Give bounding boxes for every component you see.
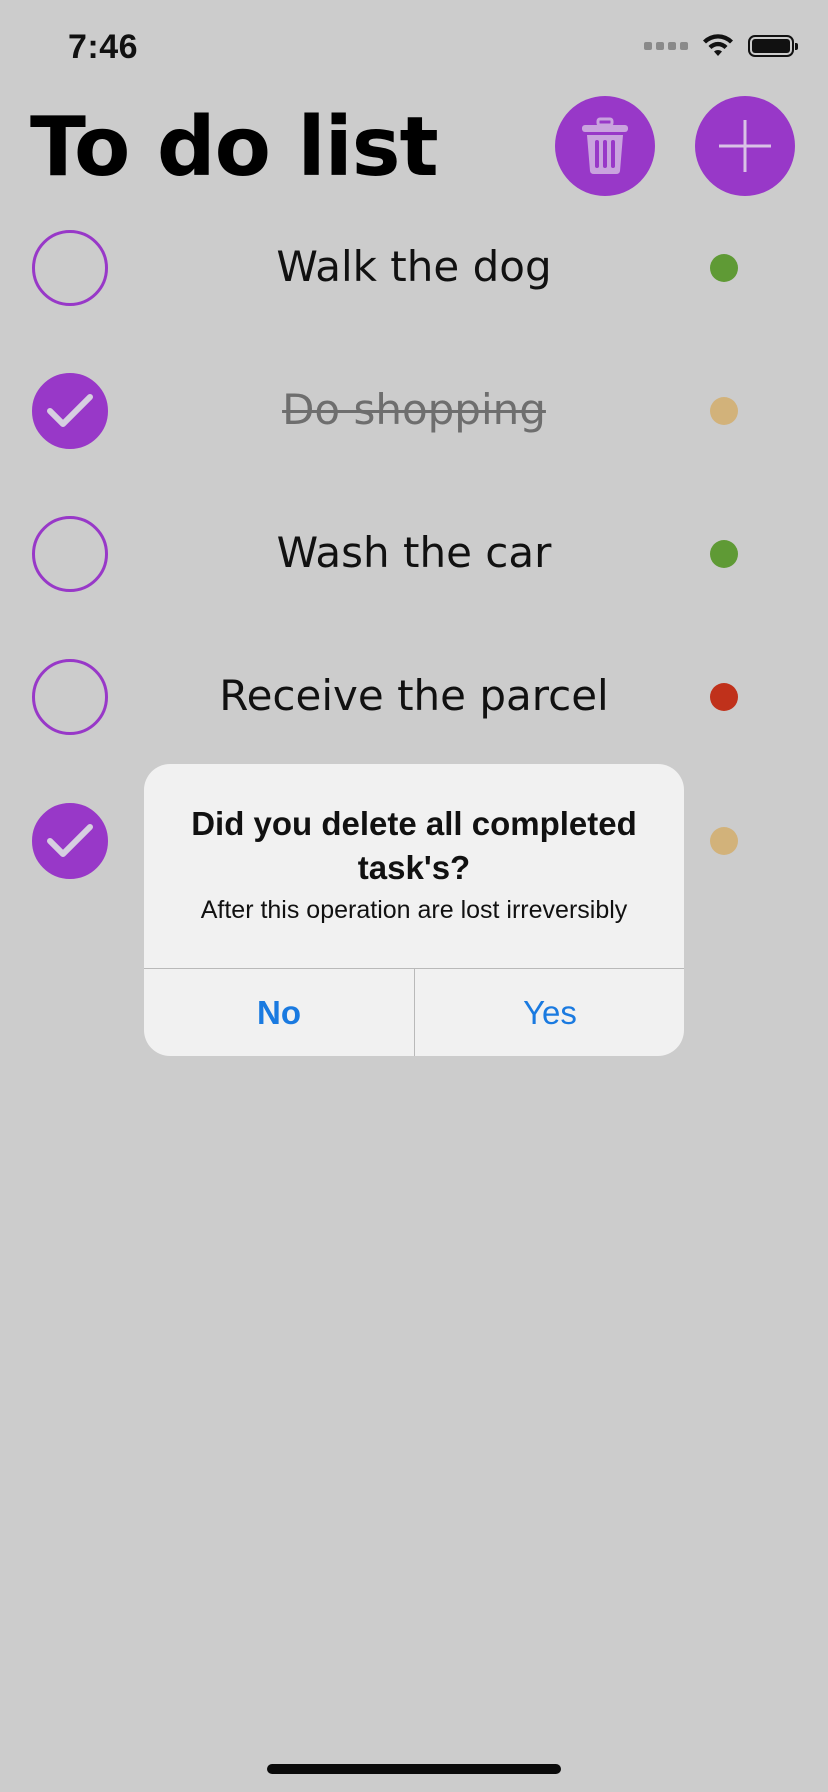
priority-dot	[710, 683, 738, 711]
status-icons	[644, 34, 798, 58]
no-button[interactable]: No	[144, 969, 414, 1056]
page-title: To do list	[30, 100, 439, 195]
wifi-icon	[703, 34, 733, 56]
delete-completed-button[interactable]	[555, 96, 655, 196]
add-task-button[interactable]	[695, 96, 795, 196]
status-time: 7:46	[68, 28, 139, 66]
cellular-signal-icon	[644, 42, 688, 50]
task-row: Do shopping	[0, 373, 828, 453]
task-label[interactable]: Wash the car	[150, 528, 678, 577]
task-label[interactable]: Do shopping	[150, 385, 678, 434]
task-checkbox-checked[interactable]	[32, 373, 108, 449]
priority-dot	[710, 254, 738, 282]
dialog-message: After this operation are lost irreversib…	[200, 896, 628, 924]
priority-dot	[710, 540, 738, 568]
task-row: Walk the dog	[0, 230, 828, 310]
priority-dot	[710, 827, 738, 855]
yes-button[interactable]: Yes	[415, 969, 684, 1056]
task-row: Receive the parcel	[0, 659, 828, 739]
task-label[interactable]: Receive the parcel	[150, 671, 678, 720]
priority-dot	[710, 397, 738, 425]
checkmark-icon	[47, 824, 93, 857]
task-checkbox-checked[interactable]	[32, 803, 108, 879]
app-screen: 7:46 To do list Walk the dog Do shopping…	[0, 0, 828, 1792]
home-indicator[interactable]	[267, 1764, 561, 1774]
task-checkbox[interactable]	[32, 516, 108, 592]
task-label[interactable]: Walk the dog	[150, 242, 678, 291]
task-checkbox[interactable]	[32, 659, 108, 735]
task-checkbox[interactable]	[32, 230, 108, 306]
battery-icon	[748, 35, 798, 57]
plus-icon	[719, 120, 771, 172]
trash-icon	[582, 117, 628, 174]
checkmark-icon	[47, 394, 93, 427]
dialog-title: Did you delete all completed task's?	[191, 805, 637, 886]
task-row: Wash the car	[0, 516, 828, 596]
confirm-delete-dialog: Did you delete all completed task's? Aft…	[144, 764, 684, 1056]
